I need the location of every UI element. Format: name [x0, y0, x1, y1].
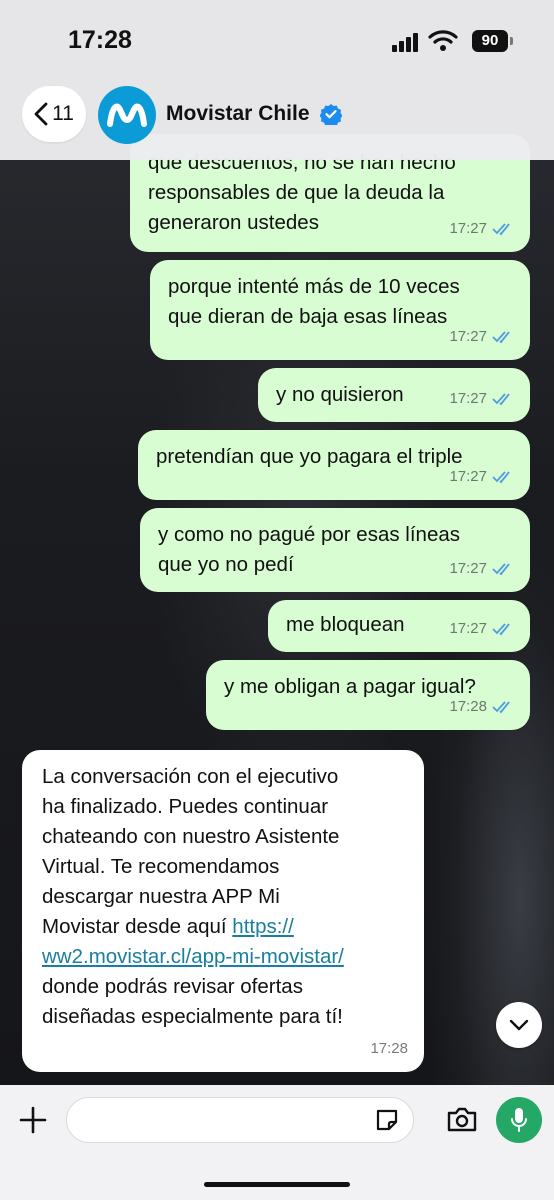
back-button[interactable]: 11: [22, 86, 86, 142]
message-text-before-link: La conversación con el ejecutivo ha fina…: [42, 765, 340, 938]
message-meta: 17:28: [449, 692, 514, 722]
message-meta: 17:27: [449, 554, 514, 584]
message-time: 17:27: [449, 390, 487, 407]
read-ticks-icon: [492, 623, 510, 636]
message-meta: 17:27: [449, 384, 514, 414]
message-meta: 17:27: [449, 214, 514, 244]
message-time: 17:27: [449, 560, 487, 577]
chevron-down-icon: [509, 1019, 529, 1031]
cellular-signal-icon: [392, 32, 422, 52]
message-time: 17:27: [449, 220, 487, 237]
message-time: 17:27: [449, 328, 487, 345]
read-ticks-icon: [492, 471, 510, 484]
read-ticks-icon: [492, 393, 510, 406]
home-indicator: [204, 1182, 350, 1187]
message-bubble[interactable]: pretendían que yo pagara el triple 17:27: [138, 430, 530, 500]
message-bubble[interactable]: y como no pagué por esas líneas que yo n…: [140, 508, 530, 592]
plus-icon[interactable]: [18, 1105, 48, 1135]
message-time: 17:28: [370, 1040, 408, 1057]
unread-count: 11: [52, 102, 74, 125]
scroll-to-bottom-button[interactable]: [496, 1002, 542, 1048]
message-meta: 17:28: [370, 1034, 408, 1064]
app-link[interactable]: ww2.movistar.cl/app-mi-movistar/: [42, 945, 344, 968]
message-text-after-link: donde podrás revisar ofertas diseñadas e…: [42, 975, 343, 1028]
movistar-logo-icon: [107, 103, 147, 127]
message-meta: 17:27: [449, 462, 514, 492]
read-ticks-icon: [492, 701, 510, 714]
chat-header: 17:28 90 11 Movistar Chile: [0, 0, 554, 160]
message-text: La conversación con el ejecutivo ha fina…: [42, 762, 404, 1032]
battery-tip: [510, 37, 513, 45]
camera-icon[interactable]: [446, 1105, 478, 1133]
status-bar: 17:28 90: [0, 0, 554, 80]
sticker-icon[interactable]: [374, 1107, 400, 1133]
battery-indicator: 90: [472, 30, 508, 52]
chevron-left-icon: [34, 102, 48, 126]
message-meta: 17:27: [449, 614, 514, 644]
message-time: 17:27: [449, 620, 487, 637]
message-bubble[interactable]: y me obligan a pagar igual? 17:28: [206, 660, 530, 730]
read-ticks-icon: [492, 563, 510, 576]
microphone-icon: [511, 1108, 527, 1132]
read-ticks-icon: [492, 223, 510, 236]
message-list[interactable]: que descuentos, no se han hecho responsa…: [0, 0, 554, 1085]
wifi-icon: [428, 30, 458, 51]
message-bubble[interactable]: La conversación con el ejecutivo ha fina…: [22, 750, 424, 1072]
message-bubble[interactable]: me bloquean 17:27: [268, 600, 530, 652]
app-link[interactable]: https://: [232, 915, 294, 938]
message-time: 17:28: [449, 698, 487, 715]
contact-name[interactable]: Movistar Chile: [166, 102, 310, 126]
message-meta: 17:27: [449, 322, 514, 352]
message-bubble[interactable]: porque intenté más de 10 veces que diera…: [150, 260, 530, 360]
status-time: 17:28: [68, 26, 132, 54]
message-bubble[interactable]: y no quisieron 17:27: [258, 368, 530, 422]
message-time: 17:27: [449, 468, 487, 485]
microphone-button[interactable]: [496, 1097, 542, 1143]
read-ticks-icon: [492, 331, 510, 344]
message-input[interactable]: [66, 1097, 414, 1143]
contact-avatar[interactable]: [98, 86, 156, 144]
verified-badge-icon: [320, 104, 342, 125]
